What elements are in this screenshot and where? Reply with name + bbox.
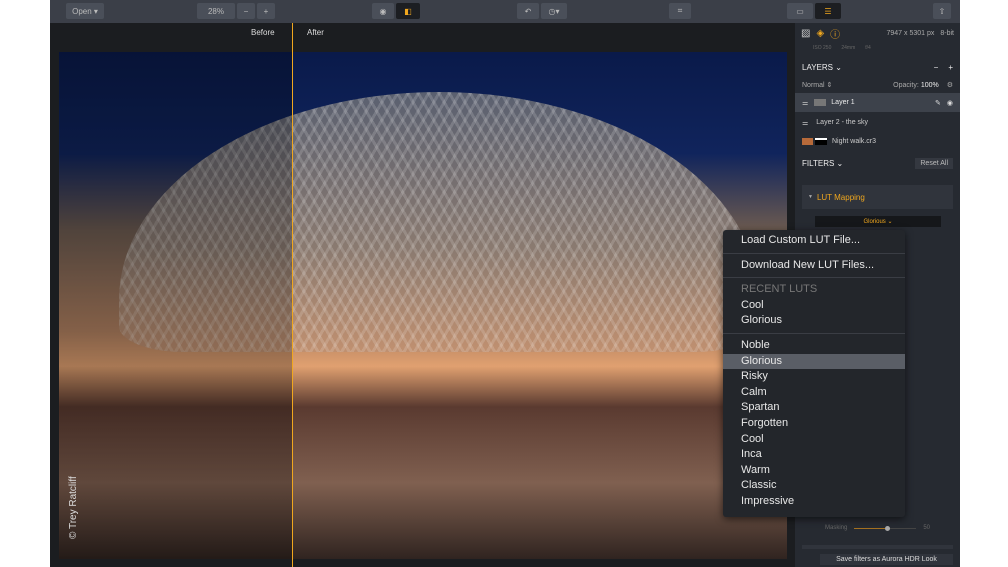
lut-select[interactable]: Glorious ⌄ [815, 216, 941, 227]
crop-icon[interactable]: ⌗ [669, 3, 691, 19]
lut-mapping-filter-header[interactable]: ▼ LUT Mapping [802, 185, 953, 209]
exif-focal: 24mm [841, 45, 856, 51]
zoom-select[interactable]: 28% [197, 3, 235, 19]
menu-item-lut[interactable]: Inca [723, 447, 905, 463]
exif-aperture: f/4 [865, 45, 871, 51]
menu-item-lut[interactable]: Risky [723, 369, 905, 385]
layer-item[interactable]: ⚌ Layer 1 ✎ ◉ [795, 93, 960, 112]
layer-name: Layer 2 - the sky [816, 119, 869, 126]
menu-item-download-luts[interactable]: Download New LUT Files... [723, 258, 905, 274]
open-button[interactable]: Open ▾ [66, 3, 104, 19]
menu-item-lut[interactable]: Impressive [723, 494, 905, 510]
layer-thumbnail [814, 99, 827, 106]
adjust-icon: ⚌ [802, 99, 809, 107]
menu-item-lut[interactable]: Warm [723, 463, 905, 479]
info-icon[interactable]: ⓘ [830, 26, 840, 41]
after-label: After [307, 28, 324, 37]
menu-item-lut[interactable]: Classic [723, 478, 905, 494]
before-label: Before [251, 28, 275, 37]
layer-settings-gear-icon[interactable]: ⚙ [947, 81, 953, 89]
layer-name: Night walk.cr3 [832, 138, 876, 145]
masking-value: 50 [923, 525, 930, 531]
brush-icon[interactable]: ✎ [935, 99, 941, 107]
menu-item-load-custom-lut[interactable]: Load Custom LUT File... [723, 233, 905, 249]
zoom-out-button[interactable]: − [237, 3, 255, 19]
toolbar: Open ▾ 28% − + ◉ ◧ ↶ ◷▾ ⌗ ▭ ☰ ⇧ [50, 0, 960, 23]
layer-item[interactable]: ⚌ Layer 2 - the sky [795, 113, 960, 132]
masking-slider[interactable] [854, 525, 917, 531]
zoom-in-button[interactable]: + [257, 3, 275, 19]
lut-dropdown-menu: Load Custom LUT File... Download New LUT… [723, 230, 905, 517]
menu-item-lut[interactable]: Cool [723, 432, 905, 448]
filters-title[interactable]: FILTERS ⌄ [802, 159, 843, 168]
filter-separator [802, 545, 953, 549]
reset-all-button[interactable]: Reset All [915, 157, 953, 169]
presets-icon[interactable]: ▭ [787, 3, 813, 19]
adjust-icon: ⚌ [802, 119, 809, 127]
image-canvas[interactable]: Before After © Trey Ratcliff [50, 23, 795, 567]
history-icon[interactable]: ◷▾ [541, 3, 567, 19]
visibility-eye-icon[interactable]: ◉ [947, 99, 953, 107]
bit-depth: 8-bit [940, 29, 954, 37]
recent-luts-header: RECENT LUTS [741, 283, 818, 296]
layer-thumbnail [802, 138, 813, 145]
layer-name: Layer 1 [831, 99, 855, 106]
opacity-label: Opacity: [893, 81, 919, 89]
undo-icon[interactable]: ↶ [517, 3, 539, 19]
menu-item-lut[interactable]: Noble [723, 338, 905, 354]
layers-icon[interactable]: ◈ [816, 28, 824, 39]
masking-label: Masking [825, 525, 848, 531]
menu-item-lut-selected[interactable]: Glorious [723, 353, 905, 370]
compare-divider-handle[interactable] [292, 23, 293, 567]
save-look-button[interactable]: Save filters as Aurora HDR Look [820, 554, 953, 565]
layers-title[interactable]: LAYERS ⌄ [802, 63, 842, 72]
layer-mask-thumbnail [815, 138, 827, 145]
filter-name: LUT Mapping [816, 192, 865, 202]
add-layer-button[interactable]: + [948, 63, 953, 72]
blend-mode-select[interactable]: Normal ⇕ [802, 81, 832, 89]
exif-iso: ISO 250 [813, 45, 832, 51]
watermark: © Trey Ratcliff [68, 476, 79, 539]
preview-eye-icon[interactable]: ◉ [372, 3, 394, 19]
menu-item-recent-lut[interactable]: Cool [723, 298, 905, 314]
adjustments-icon[interactable]: ☰ [815, 3, 841, 19]
menu-item-lut[interactable]: Forgotten [723, 416, 905, 432]
menu-item-recent-lut[interactable]: Glorious [723, 313, 905, 329]
opacity-select[interactable]: 100% [921, 82, 939, 89]
menu-item-lut[interactable]: Calm [723, 385, 905, 401]
photo: © Trey Ratcliff [59, 52, 787, 559]
share-icon[interactable]: ⇧ [933, 3, 951, 19]
before-overlay [59, 52, 292, 559]
menu-item-lut[interactable]: Spartan [723, 400, 905, 416]
compare-split-icon[interactable]: ◧ [396, 3, 420, 19]
histogram-icon[interactable]: ▨ [801, 28, 810, 39]
image-dimensions: 7947 x 5301 px [886, 29, 935, 37]
remove-layer-button[interactable]: − [934, 63, 939, 72]
layer-item[interactable]: Night walk.cr3 [795, 132, 960, 151]
